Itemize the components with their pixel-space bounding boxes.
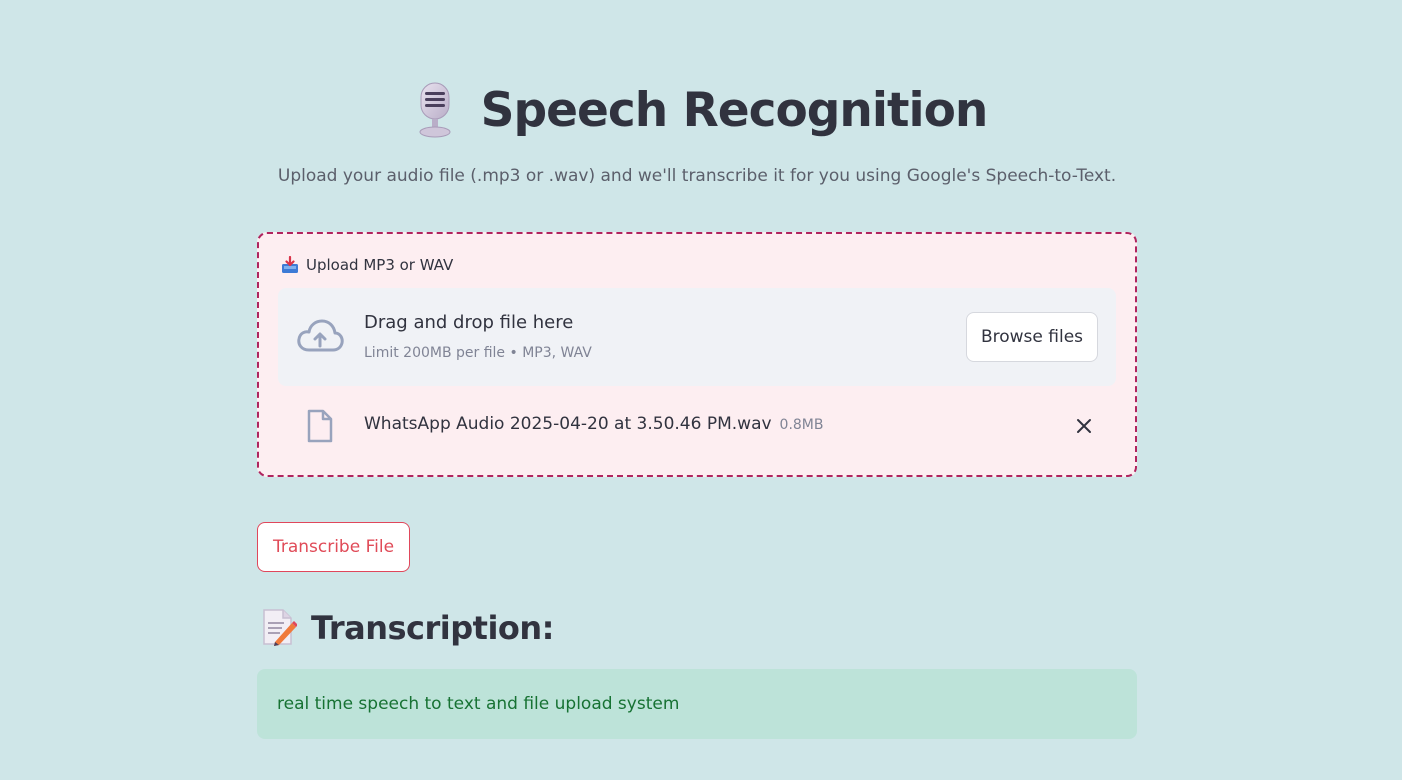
transcription-heading: Transcription:: [311, 609, 554, 647]
file-size: 0.8MB: [779, 417, 824, 433]
page-subtitle: Upload your audio file (.mp3 or .wav) an…: [277, 166, 1117, 186]
inbox-tray-icon: [281, 256, 299, 274]
uploader-label-row: Upload MP3 or WAV: [281, 256, 453, 274]
memo-icon: [261, 608, 299, 648]
transcription-result: real time speech to text and file upload…: [257, 669, 1137, 739]
remove-file-button[interactable]: [1070, 412, 1098, 440]
close-icon: [1077, 419, 1091, 433]
browse-files-button[interactable]: Browse files: [966, 312, 1098, 362]
uploader-label: Upload MP3 or WAV: [306, 256, 454, 274]
cloud-upload-icon: [296, 318, 344, 354]
page-title: Speech Recognition: [480, 82, 989, 138]
dropzone[interactable]: Drag and drop file here Limit 200MB per …: [278, 288, 1116, 386]
transcription-text: real time speech to text and file upload…: [277, 694, 680, 714]
microphone-icon: [407, 80, 463, 140]
title-row: Speech Recognition: [257, 74, 1137, 146]
file-icon: [306, 409, 334, 443]
file-uploader: Upload MP3 or WAV Drag and drop file her…: [257, 232, 1137, 477]
file-name-text: WhatsApp Audio 2025-04-20 at 3.50.46 PM.…: [364, 414, 772, 434]
transcribe-file-button[interactable]: Transcribe File: [257, 522, 410, 572]
transcription-heading-row: Transcription:: [261, 606, 554, 650]
uploaded-file-row: WhatsApp Audio 2025-04-20 at 3.50.46 PM.…: [278, 402, 1116, 450]
uploaded-file-name: WhatsApp Audio 2025-04-20 at 3.50.46 PM.…: [364, 414, 824, 434]
dropzone-instructions: Drag and drop file here: [364, 312, 574, 333]
dropzone-limit: Limit 200MB per file • MP3, WAV: [364, 345, 592, 361]
